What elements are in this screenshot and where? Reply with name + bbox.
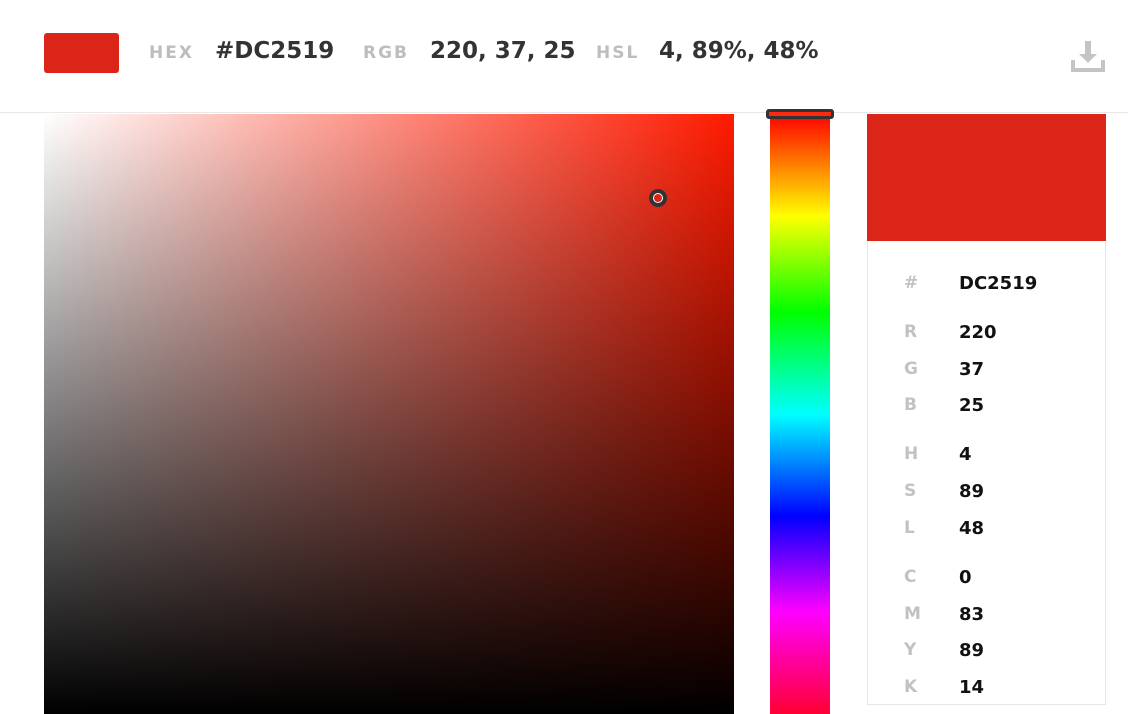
detail-key-lightness: L [904, 518, 915, 538]
rgb-value[interactable]: 220, 37, 25 [430, 38, 576, 64]
detail-row-saturation: S 89 [904, 481, 1094, 503]
detail-value-lightness[interactable]: 48 [959, 518, 984, 539]
detail-key-green: G [904, 359, 918, 379]
current-color-swatch [44, 33, 119, 73]
saturation-value-area[interactable] [44, 114, 734, 714]
detail-value-saturation[interactable]: 89 [959, 481, 984, 502]
value-gradient [44, 114, 734, 714]
picker-cursor[interactable] [649, 189, 668, 207]
detail-row-green: G 37 [904, 359, 1094, 381]
detail-row-yellow: Y 89 [904, 640, 1094, 662]
detail-row-blue: B 25 [904, 395, 1094, 417]
detail-value-red[interactable]: 220 [959, 322, 997, 343]
detail-row-hex: # DC2519 [904, 273, 1094, 295]
picker-cursor-dot [654, 194, 663, 202]
detail-key-hex: # [904, 273, 919, 293]
detail-row-red: R 220 [904, 322, 1094, 344]
hex-value[interactable]: #DC2519 [215, 38, 334, 64]
detail-value-yellow[interactable]: 89 [959, 640, 984, 661]
detail-value-hue[interactable]: 4 [959, 444, 972, 465]
detail-row-hue: H4 [904, 444, 1094, 466]
detail-key-yellow: Y [904, 640, 917, 660]
download-icon[interactable] [1070, 38, 1106, 74]
detail-row-cyan: C0 [904, 567, 1094, 589]
detail-key-blue: B [904, 395, 917, 415]
hsl-label: HSL [596, 43, 640, 63]
detail-key-magenta: M [904, 604, 921, 624]
detail-value-magenta[interactable]: 83 [959, 604, 984, 625]
hex-label: HEX [149, 43, 194, 63]
hsl-value[interactable]: 4, 89%, 48% [659, 38, 819, 64]
detail-row-black: K 14 [904, 677, 1094, 699]
detail-value-cyan[interactable]: 0 [959, 567, 972, 588]
color-preview-swatch [867, 114, 1106, 241]
detail-value-green[interactable]: 37 [959, 359, 984, 380]
hue-slider-handle[interactable] [766, 108, 834, 119]
detail-row-lightness: L 48 [904, 518, 1094, 540]
detail-row-magenta: M 83 [904, 604, 1094, 626]
detail-value-black[interactable]: 14 [959, 677, 984, 698]
detail-key-hue: H [904, 444, 919, 464]
rgb-label: RGB [363, 43, 410, 63]
color-details-panel: # DC2519 R 220 G 37 B 25 H 4 S 89 L 48 C 0 M 83 Y 89 K 14 [867, 114, 1106, 705]
detail-value-hex[interactable]: DC2519 [959, 273, 1037, 294]
color-summary-bar: HEX #DC2519 RGB 220, 37, 25 HSL 4, 89%, … [0, 0, 1128, 113]
detail-value-blue[interactable]: 25 [959, 395, 984, 416]
detail-key-red: R [904, 322, 918, 342]
hue-slider[interactable] [770, 114, 830, 714]
detail-key-cyan: C [904, 567, 917, 587]
detail-key-saturation: S [904, 481, 917, 501]
color-picker-app: HEX # DC2519 RGB 220, 37, 25 HSL 4, 89%, … [0, 0, 1128, 714]
detail-key-black: K [904, 677, 918, 697]
